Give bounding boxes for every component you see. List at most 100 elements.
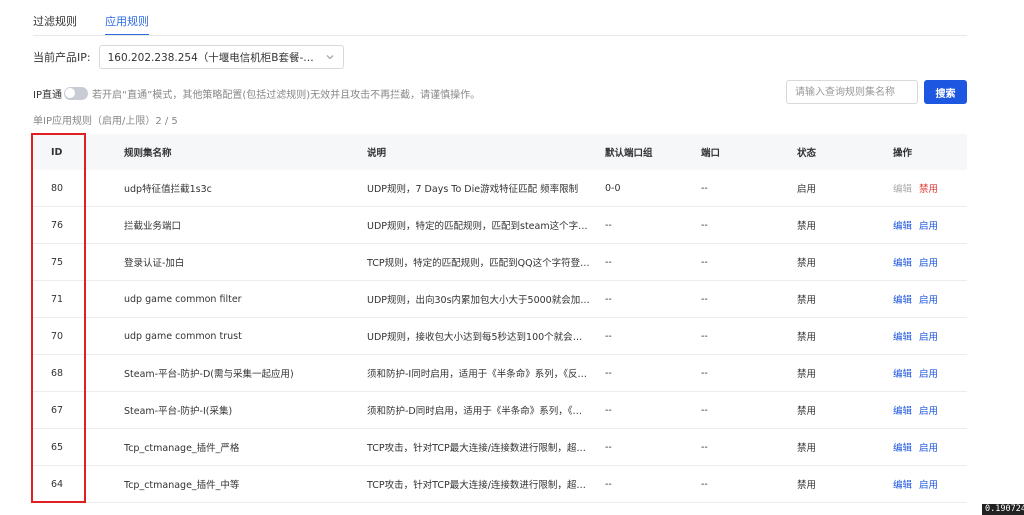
cell-status: 禁用 <box>797 480 817 491</box>
ip-select-value: 160.202.238.254（十堰电信机柜B套餐-FX-SY-YG-2#-2F <box>107 51 319 64</box>
cell-desc: 须和防护-I同时启用，适用于《半条命》系列，《反恐精英... <box>367 369 590 380</box>
rules-table: ID 规则集名称 说明 默认端口组 端口 状态 操作 80 udp特征值拦截1s3… <box>33 134 967 515</box>
table-row: 68 Steam-平台-防护-D(需与采集一起应用) 须和防护-I同时启用，适用于《… <box>33 355 967 392</box>
cell-id: 64 <box>51 478 64 490</box>
cell-desc: UDP规则，7 Days To Die游戏特征匹配 频率限制 <box>367 184 579 195</box>
search-button[interactable]: 搜索 <box>924 80 967 104</box>
table-row: 64 Tcp_ctmanage_插件_中等 TCP攻击，针对TCP最大连接/连接数进… <box>33 466 967 503</box>
cell-port: -- <box>701 367 708 379</box>
cell-ops: 编辑 启用 <box>879 477 967 491</box>
enable-link[interactable]: 启用 <box>919 477 938 491</box>
cell-port: -- <box>701 330 708 342</box>
header-port-group: 默认端口组 <box>605 148 653 159</box>
tab-filter-rules[interactable]: 过滤规则 <box>33 13 77 35</box>
cell-desc: UDP规则，出向30s内累加包大小大于5000就会加白源IP... <box>367 295 590 306</box>
cell-id: 80 <box>51 182 64 194</box>
cell-port: -- <box>701 256 708 268</box>
cell-desc: TCP攻击，针对TCP最大连接/连接数进行限制，超出IP加... <box>367 480 590 491</box>
cell-port: -- <box>701 293 708 305</box>
cell-port-group: 0-0 <box>605 182 621 194</box>
edit-link[interactable]: 编辑 <box>893 477 912 491</box>
cell-status: 禁用 <box>797 406 817 417</box>
enable-link[interactable]: 启用 <box>919 292 938 306</box>
cell-name: Steam-平台-防护-D(需与采集一起应用) <box>124 369 294 380</box>
table-row: 80 udp特征值拦截1s3c UDP规则，7 Days To Die游戏特征匹配 … <box>33 170 967 207</box>
edit-link[interactable]: 编辑 <box>893 329 912 343</box>
cell-port-group: -- <box>605 367 612 379</box>
table-row: 67 Steam-平台-防护-I(采集) 须和防护-D同时启用，适用于《半条命》系列… <box>33 392 967 429</box>
direct-mode-row: IP直通 若开启“直通”模式，其他策略配置(包括过滤规则)无效并且攻击不再拦截，… <box>33 86 481 101</box>
table-body: 80 udp特征值拦截1s3c UDP规则，7 Days To Die游戏特征匹配 … <box>33 170 967 515</box>
edit-link[interactable]: 编辑 <box>893 181 912 195</box>
cell-port-group: -- <box>605 404 612 416</box>
table-row: 65 Tcp_ctmanage_插件_严格 TCP攻击，针对TCP最大连接/连接数进… <box>33 429 967 466</box>
ip-selector-label: 当前产品IP: <box>33 51 91 64</box>
cell-desc: TCP攻击，针对TCP最大连接/连接数进行限制，超出IP加... <box>367 443 590 454</box>
edit-link[interactable]: 编辑 <box>893 366 912 380</box>
enable-link[interactable]: 启用 <box>919 403 938 417</box>
header-id: ID <box>51 146 63 158</box>
ip-select[interactable]: 160.202.238.254（十堰电信机柜B套餐-FX-SY-YG-2#-2F <box>98 45 344 69</box>
cell-ops: 编辑 启用 <box>879 440 967 454</box>
table-row: 71 udp game common filter UDP规则，出向30s内累加包大… <box>33 281 967 318</box>
direct-mode-label: IP直通 <box>33 89 62 101</box>
cell-name: Tcp_ctmanage_插件_严格 <box>124 443 240 454</box>
cell-name: Tcp_ctmanage_插件_中等 <box>124 480 240 491</box>
edit-link[interactable]: 编辑 <box>893 255 912 269</box>
direct-mode-hint: 若开启“直通”模式，其他策略配置(包括过滤规则)无效并且攻击不再拦截，请谨慎操作… <box>91 89 481 101</box>
cell-desc: 须和防护-D同时启用，适用于《半条命》系列，《反恐精... <box>367 406 590 417</box>
cell-ops: 编辑 启用 <box>879 366 967 380</box>
cell-desc: UDP规则，接收包大小达到每5秒达到100个就会进行拉黑... <box>367 332 590 343</box>
table-row: 76 拦截业务端口 UDP规则，特定的匹配规则，匹配到steam这个字符就会... -… <box>33 207 967 244</box>
cell-id: 70 <box>51 330 64 342</box>
cell-port-group: -- <box>605 219 612 231</box>
table-row: 75 登录认证-加白 TCP规则，特定的匹配规则，匹配到QQ这个字符登录游... --… <box>33 244 967 281</box>
cell-status: 禁用 <box>797 221 817 232</box>
cell-status: 禁用 <box>797 258 817 269</box>
cell-name: 拦截业务端口 <box>124 221 182 232</box>
cell-ops: 编辑 启用 <box>879 218 967 232</box>
cell-status: 启用 <box>797 184 817 195</box>
cell-name: Steam-平台-防护-I(采集) <box>124 406 233 417</box>
disable-link[interactable]: 禁用 <box>919 181 938 195</box>
cell-ops: 编辑 启用 <box>879 292 967 306</box>
header-status: 状态 <box>797 148 817 159</box>
cell-port: -- <box>701 219 708 231</box>
enable-link[interactable]: 启用 <box>919 440 938 454</box>
cell-id: 71 <box>51 293 64 305</box>
enable-link[interactable]: 启用 <box>919 329 938 343</box>
rule-limit-text: 单IP应用规则（启用/上限）2 / 5 <box>33 116 178 127</box>
enable-link[interactable]: 启用 <box>919 366 938 380</box>
cell-status: 禁用 <box>797 332 817 343</box>
cell-ops: 编辑 启用 <box>879 255 967 269</box>
cell-port: -- <box>701 182 708 194</box>
cell-status: 禁用 <box>797 369 817 380</box>
cell-id: 67 <box>51 404 64 416</box>
cell-name: udp game common trust <box>124 330 242 342</box>
edit-link[interactable]: 编辑 <box>893 403 912 417</box>
chevron-down-icon <box>326 55 333 60</box>
edit-link[interactable]: 编辑 <box>893 440 912 454</box>
cell-ops: 编辑 禁用 <box>879 181 967 195</box>
search-input[interactable] <box>786 80 918 104</box>
table-row <box>33 503 967 515</box>
header-port: 端口 <box>701 148 721 159</box>
toggle-knob <box>65 88 76 98</box>
cell-id: 75 <box>51 256 64 268</box>
edit-link[interactable]: 编辑 <box>893 218 912 232</box>
cell-name: 登录认证-加白 <box>124 258 185 269</box>
enable-link[interactable]: 启用 <box>919 218 938 232</box>
enable-link[interactable]: 启用 <box>919 255 938 269</box>
coordinate-readout: 0.190724 <box>982 504 1024 515</box>
cell-port: -- <box>701 441 708 453</box>
cell-status: 禁用 <box>797 295 817 306</box>
ip-selector-row: 当前产品IP: 160.202.238.254（十堰电信机柜B套餐-FX-SY-… <box>33 45 344 69</box>
edit-link[interactable]: 编辑 <box>893 292 912 306</box>
header-ops: 操作 <box>893 148 913 159</box>
tab-app-rules[interactable]: 应用规则 <box>105 13 149 36</box>
tab-divider <box>33 35 967 36</box>
direct-mode-toggle[interactable] <box>63 86 88 100</box>
cell-desc: UDP规则，特定的匹配规则，匹配到steam这个字符就会... <box>367 221 590 232</box>
cell-desc: TCP规则，特定的匹配规则，匹配到QQ这个字符登录游... <box>367 258 590 269</box>
cell-ops: 编辑 启用 <box>879 329 967 343</box>
